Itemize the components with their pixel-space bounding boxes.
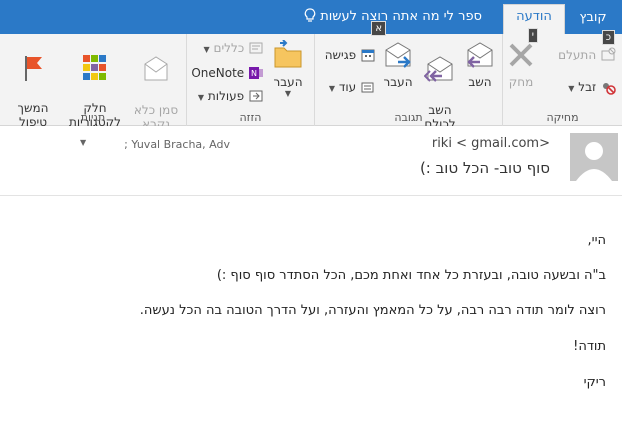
tell-me-label: ספר לי מה אתה רוצה לעשות <box>320 9 482 24</box>
body-line: ריקי <box>583 375 606 390</box>
tags-group-label: תגיות <box>80 111 106 124</box>
more-icon <box>360 80 376 94</box>
categorize-icon <box>62 54 128 85</box>
reply-label: השב <box>468 75 492 89</box>
folder-move-icon <box>270 39 306 73</box>
tell-me-box[interactable]: ספר לי מה אתה רוצה לעשות <box>304 8 482 24</box>
delete-group-label: מחיקה <box>546 111 579 124</box>
delete-label: מחק <box>508 75 534 89</box>
envelope-icon <box>130 54 182 87</box>
body-line: תודה! <box>573 339 606 354</box>
junk-button[interactable]: זבל ▼ <box>568 79 616 95</box>
avatar[interactable] <box>570 133 618 181</box>
chevron-down-icon: ▼ <box>284 89 292 98</box>
svg-text:N: N <box>251 69 257 78</box>
ignore-icon <box>600 47 616 62</box>
ignore-label: התעלם <box>558 48 597 62</box>
rules-label: כללים <box>213 41 245 55</box>
more-label: עוד <box>338 80 357 94</box>
keytip-file: כ <box>601 30 615 45</box>
body-line: היי, <box>587 233 606 248</box>
respond-group: השב השב לכולם העבר פגישה עוד ▼ תגובה <box>314 34 502 131</box>
ribbon: התעלם זבל ▼ מחק מחיקה השב השב לכולם העבר… <box>0 34 622 131</box>
onenote-button[interactable]: N OneNote <box>191 65 264 81</box>
reply-all-icon <box>420 54 460 87</box>
forward-button[interactable]: העבר <box>378 40 418 89</box>
body-line: ב"ה ובשעה טובה, ובעזרת כל אחד ואחת מכם, … <box>216 268 606 283</box>
ignore-button[interactable]: התעלם <box>558 47 616 63</box>
actions-icon <box>248 89 264 103</box>
flag-icon <box>6 54 60 85</box>
junk-label: זבל <box>578 80 597 94</box>
rules-button[interactable]: כללים ▼ <box>204 40 264 56</box>
forward-icon <box>378 40 418 73</box>
keytip-delete: י <box>527 28 538 43</box>
chevron-down-icon[interactable]: ▼ <box>80 138 86 147</box>
tags-group: סמן כלא נקרא חלק לקטגוריות המשך טיפול תג… <box>0 34 186 131</box>
onenote-icon: N <box>248 66 264 80</box>
sender-address[interactable]: riki < gmail.com> <box>432 136 550 151</box>
forward-label: העבר <box>383 75 413 89</box>
keytip-tell-me: א <box>371 21 386 36</box>
delete-group: התעלם זבל ▼ מחק מחיקה <box>502 34 622 126</box>
chevron-down-icon: ▼ <box>568 84 575 93</box>
reply-button[interactable]: השב <box>462 40 498 89</box>
chevron-down-icon: ▼ <box>328 84 335 93</box>
meeting-button[interactable]: פגישה <box>325 47 376 63</box>
more-respond-button[interactable]: עוד ▼ <box>329 79 376 95</box>
lightbulb-icon <box>304 8 316 24</box>
respond-group-label: תגובה <box>394 111 423 124</box>
message-subject: סוף טוב- הכל טוב :) <box>419 159 550 177</box>
move-group: העבר ▼ כללים ▼ N OneNote פעולות ▼ הזזה <box>186 34 314 126</box>
actions-button[interactable]: פעולות ▼ <box>198 88 264 104</box>
meeting-label: פגישה <box>324 48 357 62</box>
chevron-down-icon: ▼ <box>197 93 205 102</box>
delete-button[interactable]: מחק <box>504 40 538 89</box>
onenote-label: OneNote <box>191 66 245 80</box>
move-group-label: הזזה <box>239 111 262 124</box>
recipients-list[interactable]: Yuval Bracha, Adv ; <box>124 138 230 151</box>
move-label: העבר <box>273 75 303 89</box>
junk-icon <box>600 80 616 95</box>
chevron-down-icon: ▼ <box>203 45 210 54</box>
rules-icon <box>248 41 264 55</box>
delete-icon <box>504 40 538 73</box>
calendar-icon <box>360 48 376 62</box>
message-body: היי, ב"ה ובשעה טובה, ובעזרת כל אחד ואחת … <box>0 196 622 438</box>
move-button[interactable]: העבר ▼ <box>270 39 306 98</box>
actions-label: פעולות <box>207 89 245 103</box>
reply-icon <box>462 40 498 73</box>
message-header: riki < gmail.com> Yuval Bracha, Adv ; ▼ … <box>0 126 622 196</box>
body-line: רוצה לומר תודה רבה רבה, על כל המאמץ והעז… <box>139 303 606 318</box>
